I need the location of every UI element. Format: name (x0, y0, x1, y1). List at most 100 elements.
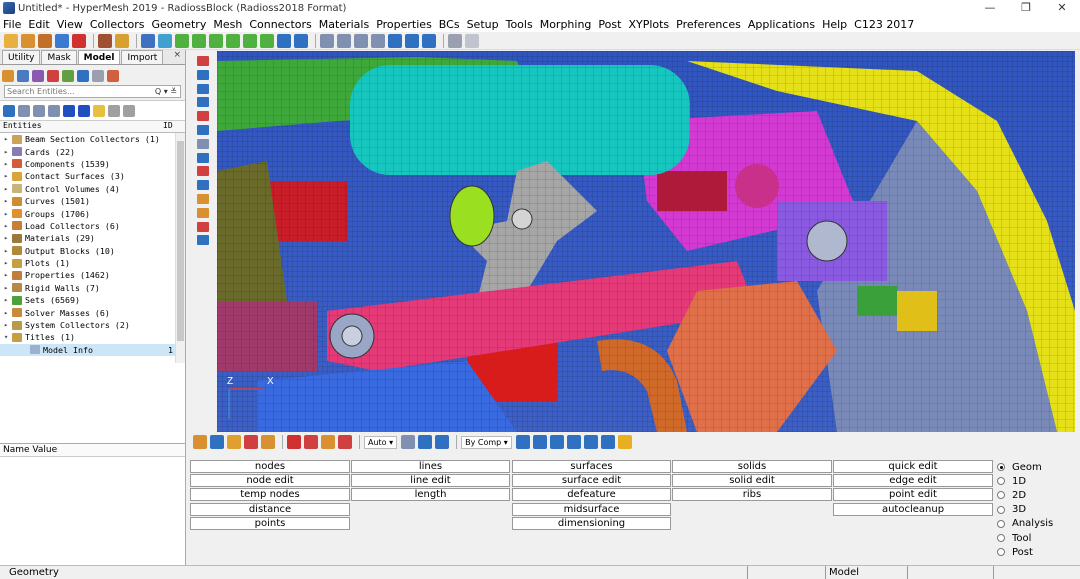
menu-connectors[interactable]: Connectors (249, 18, 311, 31)
menu-post[interactable]: Post (598, 18, 621, 31)
page-radio-1d[interactable]: 1D (997, 474, 1077, 488)
scrollbar-thumb[interactable] (177, 141, 184, 341)
radio-button[interactable] (997, 463, 1005, 472)
close-button[interactable]: ✕ (1044, 0, 1080, 16)
panel-button-edge-edit[interactable]: edge edit (833, 474, 993, 488)
delete-icon[interactable] (287, 435, 301, 449)
coordinate-icon[interactable] (197, 221, 209, 232)
tab-model[interactable]: Model (77, 50, 121, 64)
label-icon[interactable] (197, 193, 209, 204)
panel-button-temp-nodes[interactable]: temp nodes (190, 488, 350, 502)
sets-view-icon[interactable] (62, 69, 74, 82)
wire-icon[interactable] (549, 435, 564, 449)
radio-button[interactable] (997, 548, 1005, 557)
menu-file[interactable]: File (3, 18, 21, 31)
export-icon[interactable] (72, 33, 86, 48)
info-icon[interactable] (197, 152, 209, 163)
panel-button-node-edit[interactable]: node edit (190, 474, 350, 488)
tree-item[interactable]: ▸ Materials (29) (0, 232, 185, 244)
filter-view-icon[interactable] (107, 69, 119, 82)
save-model-icon[interactable] (38, 33, 52, 48)
expand-icon[interactable]: ▸ (4, 296, 12, 304)
menu-view[interactable]: View (57, 18, 83, 31)
menu-mesh[interactable]: Mesh (213, 18, 242, 31)
grid-icon[interactable] (583, 435, 598, 449)
properties-view-icon[interactable] (47, 69, 59, 82)
components-view-icon[interactable] (2, 69, 14, 82)
graphics-viewport[interactable]: Z X Y (217, 51, 1075, 432)
panel-button-lines[interactable]: lines (351, 460, 510, 473)
tree-item[interactable]: ▸ Groups (1706) (0, 207, 185, 219)
expand-icon[interactable]: ▸ (4, 185, 12, 193)
menu-xyplots[interactable]: XYPlots (628, 18, 669, 31)
panel-button-defeature[interactable]: defeature (512, 488, 671, 502)
tree-item[interactable]: ▸ Properties (1462) (0, 269, 185, 281)
reject-icon[interactable] (304, 435, 318, 449)
menu-geometry[interactable]: Geometry (151, 18, 206, 31)
pointer-icon[interactable] (93, 104, 105, 117)
panel-button-line-edit[interactable]: line edit (351, 474, 510, 488)
id-column-header[interactable]: ID (163, 121, 185, 132)
radio-button[interactable] (997, 491, 1005, 500)
color-mode-dropdown[interactable]: By Comp ▾ (461, 435, 512, 449)
move-vertical-icon[interactable] (405, 33, 419, 48)
tree-item[interactable]: ▸ Components (1539) (0, 158, 185, 170)
hide-icon[interactable] (18, 104, 30, 117)
selection-mode-dropdown[interactable]: Auto ▾ (364, 435, 398, 449)
tree-item[interactable]: ▸ Contact Surfaces (3) (0, 170, 185, 182)
menu-morphing[interactable]: Morphing (540, 18, 592, 31)
maximize-button[interactable]: ❐ (1008, 0, 1044, 16)
pan-icon[interactable] (354, 33, 368, 48)
tab-utility[interactable]: Utility (2, 50, 41, 64)
display-none-icon[interactable] (78, 104, 90, 117)
fit-icon[interactable] (320, 33, 334, 48)
rotate-icon[interactable] (277, 33, 291, 48)
transparency-icon[interactable] (197, 138, 209, 149)
zoom-window-icon[interactable] (337, 33, 351, 48)
radio-button[interactable] (997, 477, 1005, 486)
element-shading-icon[interactable] (515, 435, 530, 449)
show-icon[interactable] (3, 104, 15, 117)
view-left-icon[interactable] (209, 33, 223, 48)
view-front-icon[interactable] (243, 33, 257, 48)
radio-button[interactable] (997, 505, 1005, 514)
tree-item[interactable]: ▾ Titles (1) (0, 331, 185, 343)
expand-icon[interactable]: ▸ (4, 135, 12, 143)
panel-button-solids[interactable]: solids (672, 460, 832, 473)
menu-materials[interactable]: Materials (319, 18, 369, 31)
eye-icon[interactable] (123, 104, 135, 117)
menu-collectors[interactable]: Collectors (90, 18, 145, 31)
page-radio-3d[interactable]: 3D (997, 503, 1077, 517)
tree-scrollbar[interactable] (175, 133, 185, 363)
panel-button-point-edit[interactable]: point edit (833, 488, 993, 502)
clip-icon[interactable] (197, 235, 209, 246)
entities-column-header[interactable]: Entities (0, 121, 163, 132)
open-model-icon[interactable] (21, 33, 35, 48)
element-icon[interactable] (197, 83, 209, 94)
menu-edit[interactable]: Edit (28, 18, 49, 31)
panel-button-length[interactable]: length (351, 488, 510, 502)
view-bottom-icon[interactable] (192, 33, 206, 48)
page-radio-analysis[interactable]: Analysis (997, 517, 1077, 531)
panel-button-autocleanup[interactable]: autocleanup (833, 502, 993, 516)
mesh-icon[interactable] (197, 69, 209, 80)
move-horizontal-icon[interactable] (388, 33, 402, 48)
tab-import[interactable]: Import (121, 50, 164, 64)
expand-icon[interactable]: ▸ (4, 271, 12, 279)
expand-icon[interactable]: ▸ (4, 210, 12, 218)
tree-item[interactable]: ▸ Output Blocks (10) (0, 245, 185, 257)
tree-item[interactable]: ▸ Sets (6569) (0, 294, 185, 306)
tree-item[interactable]: ▸ Cards (22) (0, 145, 185, 157)
minimize-button[interactable]: — (972, 0, 1008, 16)
rotate-view-icon[interactable] (422, 33, 436, 48)
page-radio-tool[interactable]: Tool (997, 531, 1077, 545)
assemblies-view-icon[interactable] (17, 69, 29, 82)
panel-button-points[interactable]: points (190, 516, 350, 530)
expand-icon[interactable]: ▸ (4, 172, 12, 180)
mask-icon[interactable] (193, 435, 207, 449)
tree-item[interactable]: ▸ Load Collectors (6) (0, 220, 185, 232)
tree-item[interactable]: ▸ Rigid Walls (7) (0, 282, 185, 294)
find-attached-icon[interactable] (244, 435, 258, 449)
expand-icon[interactable]: ▸ (4, 160, 12, 168)
view-right-icon[interactable] (226, 33, 240, 48)
